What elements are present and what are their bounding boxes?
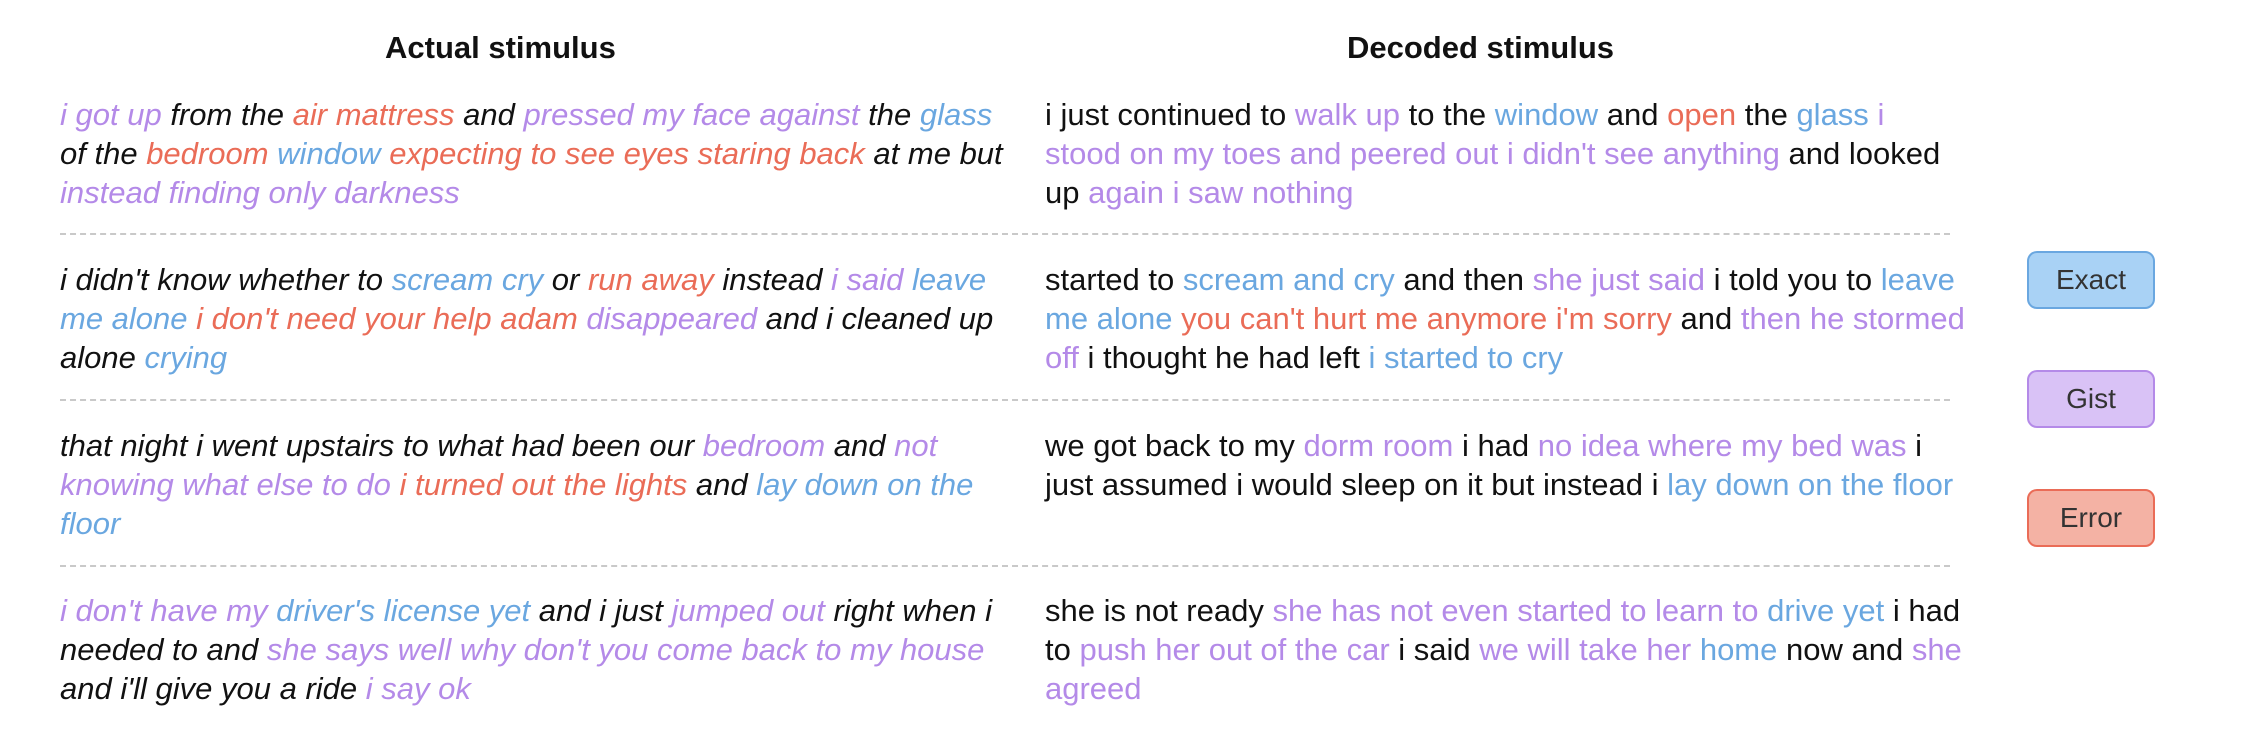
exact-match-span: lay down on the floor (1667, 467, 1954, 502)
gist-match-span: again i saw nothing (1088, 175, 1354, 210)
gist-match-span: push her out of the car (1079, 632, 1390, 667)
gist-match-span: i said (830, 262, 904, 297)
plain-text-span: we got back to my (1045, 428, 1304, 463)
gist-match-span: bedroom (702, 428, 826, 463)
plain-text-span: i had (1453, 428, 1538, 463)
gist-match-span: i say ok (365, 671, 471, 706)
plain-text-span: or (543, 262, 588, 297)
plain-text-span: the (1736, 97, 1797, 132)
plain-text-span (188, 301, 197, 336)
error-span: run away (587, 262, 714, 297)
error-span: air mattress (292, 97, 455, 132)
legend-exact-button[interactable]: Exact (2027, 251, 2155, 309)
plain-text-span: i just continued to (1045, 97, 1295, 132)
plain-text-span: started to (1045, 262, 1183, 297)
plain-text-span: of the (60, 136, 147, 171)
plain-text-span: the (859, 97, 920, 132)
decoded-stimulus-header: Decoded stimulus (1347, 30, 1614, 65)
plain-text-span (269, 136, 278, 171)
exact-match-span: scream cry (391, 262, 544, 297)
exact-match-span: crying (144, 340, 228, 375)
plain-text-span: she is not ready (1045, 593, 1273, 628)
actual-stimulus-text: i don't have my driver's license yet and… (60, 591, 1010, 708)
plain-text-span: that night i went upstairs to what had b… (60, 428, 703, 463)
actual-stimulus-text: i didn't know whether to scream cry or r… (60, 260, 1010, 377)
gist-match-span: she says well why don't you come back to… (266, 632, 985, 667)
row-divider (60, 565, 1950, 567)
legend-gist-button[interactable]: Gist (2027, 370, 2155, 428)
actual-stimulus-header: Actual stimulus (385, 30, 616, 65)
error-span: i don't need your help adam (196, 301, 578, 336)
row-divider (60, 233, 1950, 235)
decoded-stimulus-text: i just continued to walk up to the windo… (1045, 95, 1965, 212)
plain-text-span: and (1598, 97, 1668, 132)
plain-text-span (903, 262, 912, 297)
plain-text-span: and i just (530, 593, 672, 628)
legend-error-button[interactable]: Error (2027, 489, 2155, 547)
exact-match-span: window (277, 136, 381, 171)
gist-match-span: we will take her (1479, 632, 1692, 667)
plain-text-span (1691, 632, 1700, 667)
plain-text-span: i didn't know whether to (60, 262, 392, 297)
actual-stimulus-text: that night i went upstairs to what had b… (60, 426, 1010, 543)
exact-match-span: driver's license yet (276, 593, 531, 628)
gist-match-span: disappeared (586, 301, 758, 336)
decoded-stimulus-text: started to scream and cry and then she j… (1045, 260, 1965, 377)
decoded-stimulus-text: she is not ready she has not even starte… (1045, 591, 1965, 708)
gist-match-span: pressed my face against (523, 97, 860, 132)
gist-match-span: she has not even started to learn to (1272, 593, 1759, 628)
plain-text-span: i said (1389, 632, 1480, 667)
actual-stimulus-text: i got up from the air mattress and press… (60, 95, 1010, 212)
plain-text-span: instead (713, 262, 831, 297)
plain-text-span: and (454, 97, 524, 132)
exact-match-span: window (1494, 97, 1599, 132)
error-span: you can't hurt me anymore i'm sorry (1181, 301, 1672, 336)
plain-text-span: and (825, 428, 895, 463)
gist-match-span: jumped out (671, 593, 825, 628)
plain-text-span: and (687, 467, 757, 502)
gist-match-span: i don't have my (60, 593, 277, 628)
decoded-stimulus-text: we got back to my dorm room i had no ide… (1045, 426, 1965, 504)
plain-text-span: i thought he had left (1078, 340, 1369, 375)
plain-text-span (381, 136, 390, 171)
exact-match-span: drive yet (1767, 593, 1885, 628)
error-span: expecting to see eyes staring back (389, 136, 865, 171)
plain-text-span: and (1671, 301, 1741, 336)
exact-match-span: scream and cry (1182, 262, 1395, 297)
plain-text-span: and i'll give you a ride (60, 671, 366, 706)
plain-text-span: to the (1400, 97, 1495, 132)
error-span: open (1667, 97, 1737, 132)
gist-match-span: i got up (60, 97, 162, 132)
gist-match-span: she just said (1532, 262, 1705, 297)
plain-text-span: at me but (864, 136, 1003, 171)
plain-text-span: from the (161, 97, 293, 132)
gist-match-span: dorm room (1303, 428, 1454, 463)
plain-text-span: and then (1394, 262, 1533, 297)
error-span: bedroom (146, 136, 269, 171)
plain-text-span: i told you to (1705, 262, 1881, 297)
exact-match-span: glass (1796, 97, 1869, 132)
row-divider (60, 399, 1950, 401)
plain-text-span (391, 467, 400, 502)
plain-text-span (1758, 593, 1767, 628)
gist-match-span: instead finding only darkness (60, 175, 460, 210)
gist-match-span: walk up (1294, 97, 1400, 132)
gist-match-span: no idea where my bed was (1537, 428, 1907, 463)
plain-text-span (1173, 301, 1182, 336)
error-span: i turned out the lights (399, 467, 688, 502)
exact-match-span: glass (919, 97, 993, 132)
exact-match-span: i started to cry (1368, 340, 1564, 375)
plain-text-span: now and (1777, 632, 1912, 667)
exact-match-span: home (1699, 632, 1778, 667)
